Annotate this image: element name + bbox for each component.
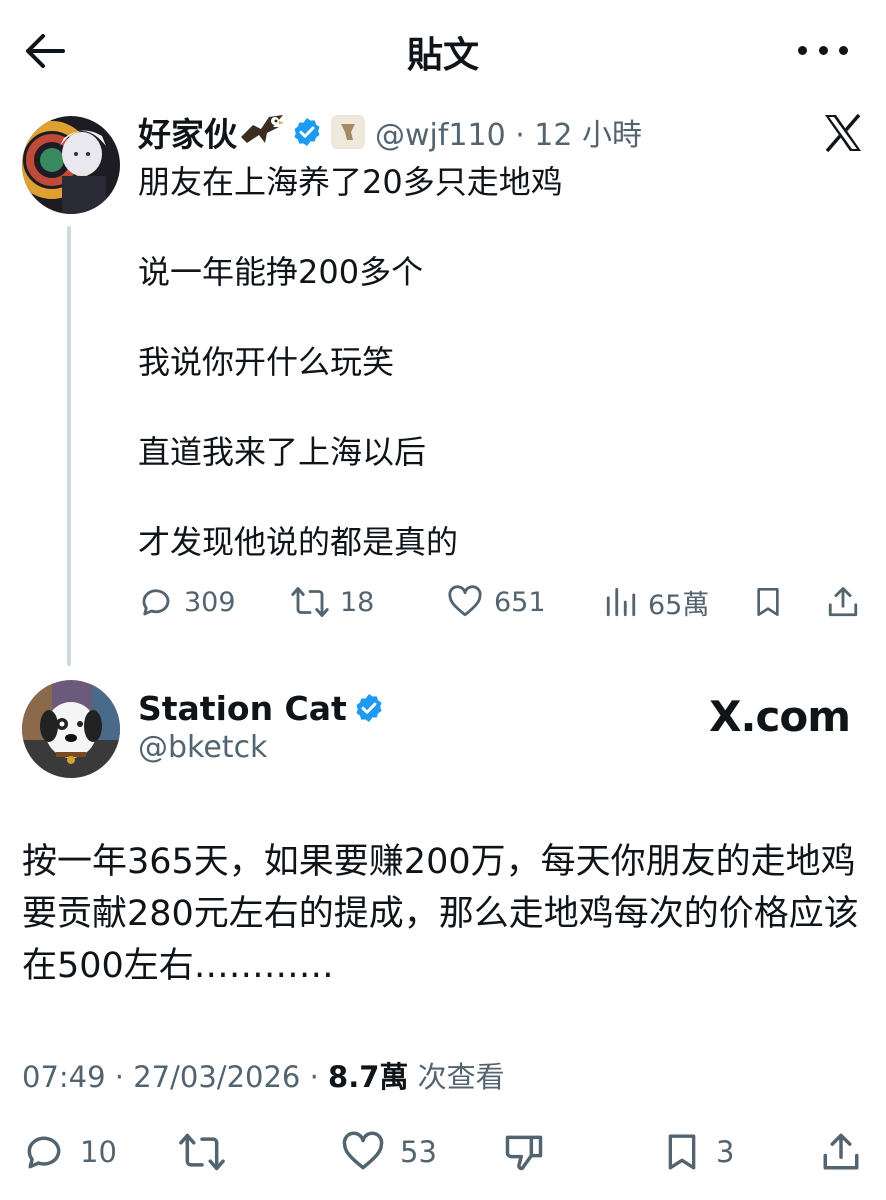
reply-count: 309 — [184, 586, 236, 618]
share-icon — [828, 587, 858, 617]
author-name[interactable]: Station Cat — [138, 686, 385, 730]
share-button[interactable] — [820, 1128, 862, 1176]
heart-icon — [342, 1131, 384, 1170]
x-com-watermark: X.com — [709, 692, 851, 741]
dislike-button[interactable] — [502, 1128, 546, 1176]
thumbs-down-icon — [505, 1135, 543, 1171]
quoted-tweet-text: 朋友在上海养了20多只走地鸡 说一年能挣200多个 我说你开什么玩笑 直道我来了… — [138, 160, 838, 565]
bookmark-button[interactable]: 3 — [662, 1128, 734, 1176]
reply-button[interactable]: 10 — [22, 1128, 117, 1176]
reply-button[interactable]: 309 — [138, 580, 236, 624]
reply-count: 10 — [80, 1135, 117, 1169]
like-button[interactable]: 53 — [340, 1128, 437, 1176]
author-name-text: Station Cat — [138, 688, 347, 728]
views-chart-icon — [606, 587, 636, 617]
affiliate-badge-icon — [331, 115, 365, 149]
x-logo-icon — [822, 112, 864, 154]
reply-icon — [142, 589, 170, 616]
verified-badge-icon — [353, 692, 385, 724]
bookmark-icon — [668, 1134, 696, 1170]
like-button[interactable]: 651 — [446, 580, 546, 624]
author-name[interactable]: 好家伙 — [138, 108, 237, 156]
views-button[interactable]: 65萬 — [604, 580, 709, 624]
author-handle-time[interactable]: @wjf110 · 12 小時 — [375, 110, 642, 154]
quoted-tweet-header: 好家伙 @wjf110 · 12 小時 — [138, 110, 642, 154]
share-button[interactable] — [826, 580, 860, 624]
tweet-actions: 10 53 3 — [22, 1128, 864, 1176]
tweet-text: 按一年365天，如果要赚200万，每天你朋友的走地鸡要贡献280元左右的提成，那… — [22, 842, 859, 986]
share-icon — [823, 1133, 859, 1170]
repost-icon — [291, 587, 329, 617]
tweet-line: 直道我来了上海以后 — [138, 433, 427, 471]
like-count: 53 — [400, 1135, 437, 1169]
author-handle[interactable]: @bketck — [138, 730, 267, 765]
tweet-line: 我说你开什么玩笑 — [138, 343, 395, 381]
like-count: 651 — [494, 586, 546, 618]
reply-icon — [27, 1136, 61, 1169]
tweet-meta: 07:49 · 27/03/2026 · 8.7萬 次查看 — [22, 1054, 505, 1096]
tweet-line: 说一年能挣200多个 — [138, 253, 424, 291]
page-title: 貼文 — [406, 35, 479, 76]
quoted-tweet-actions: 309 18 651 65萬 — [138, 580, 868, 624]
heart-icon — [448, 585, 482, 617]
repost-icon — [179, 1133, 225, 1171]
views-count: 65萬 — [648, 589, 710, 621]
repost-button[interactable] — [176, 1128, 228, 1176]
view-count: 8.7萬 — [328, 1060, 409, 1094]
bookmark-count: 3 — [716, 1135, 735, 1169]
timestamp[interactable]: 07:49 · 27/03/2026 · — [22, 1060, 328, 1094]
tweet-line: 朋友在上海养了20多只走地鸡 — [138, 163, 563, 201]
repost-count: 18 — [340, 586, 375, 618]
avatar[interactable] — [22, 680, 120, 778]
post-header: 貼文 — [0, 0, 886, 100]
thread-connector-line — [67, 226, 71, 666]
bookmark-button[interactable] — [752, 580, 784, 624]
tweet-line: 才发现他说的都是真的 — [138, 523, 459, 561]
eagle-emoji-icon — [239, 113, 285, 151]
more-options-icon[interactable] — [798, 34, 848, 66]
verified-badge-icon — [291, 116, 323, 148]
repost-button[interactable]: 18 — [290, 580, 374, 624]
views-label: 次查看 — [408, 1060, 505, 1094]
bookmark-icon — [757, 588, 779, 616]
avatar[interactable] — [22, 116, 120, 214]
